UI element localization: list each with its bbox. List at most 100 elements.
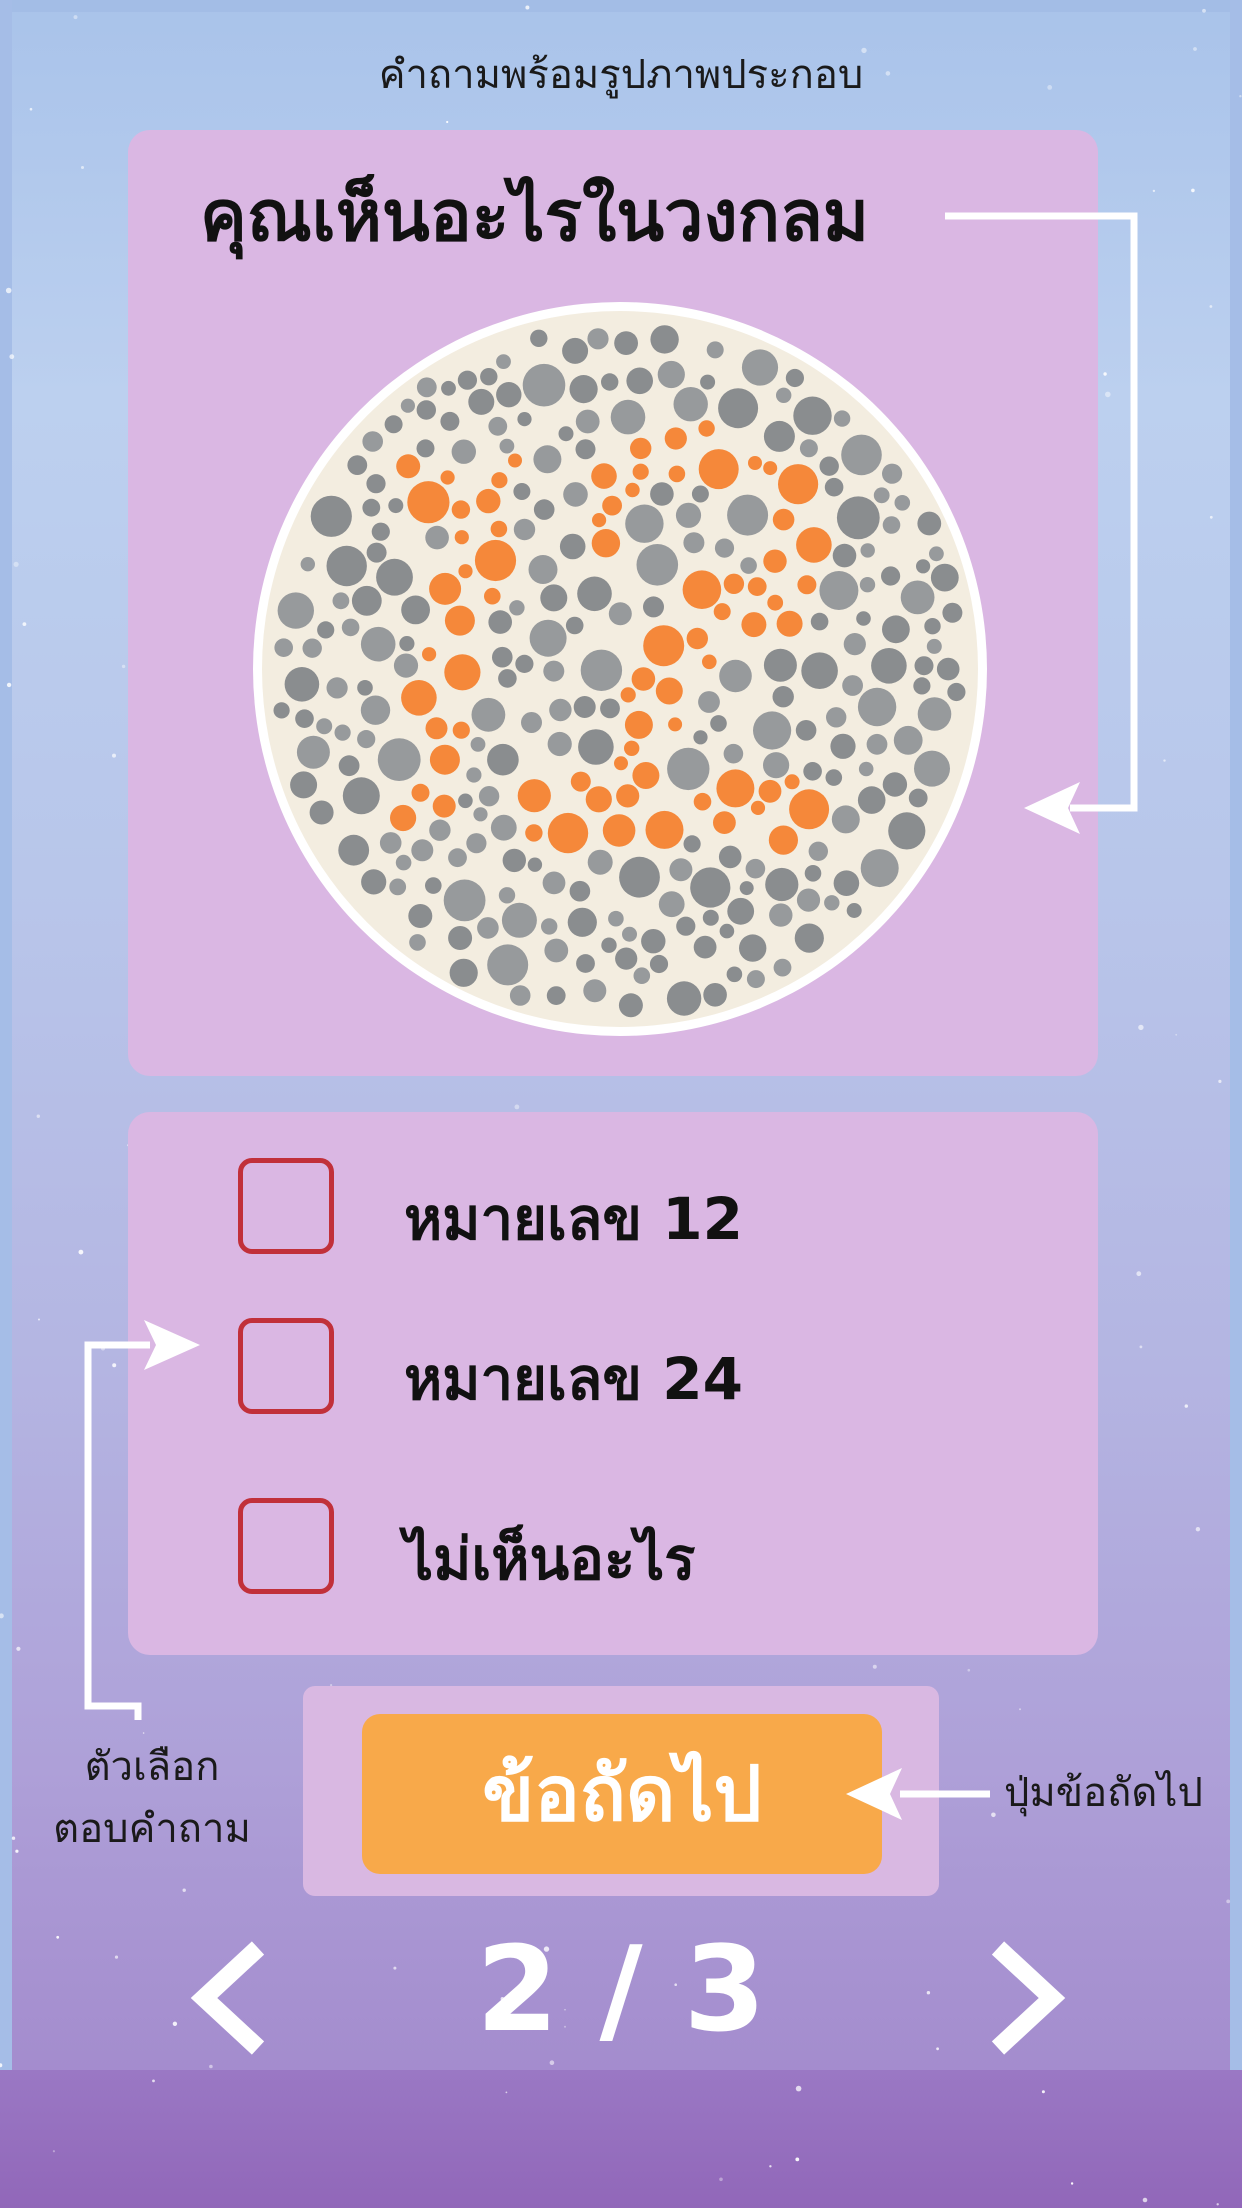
plate-dot-orange <box>655 677 683 705</box>
plate-dot-gray <box>873 487 890 504</box>
plate-dot-gray <box>338 834 370 866</box>
plate-dot-orange <box>411 783 430 802</box>
plate-dot-gray <box>521 712 542 733</box>
plate-dot-gray <box>513 518 536 541</box>
plate-dot-gray <box>559 533 586 560</box>
plate-dot-orange <box>789 789 830 830</box>
plate-dot-gray <box>522 363 566 407</box>
plate-dot-orange <box>776 610 803 637</box>
plate-dot-orange <box>763 461 778 476</box>
plate-dot-orange <box>616 784 640 808</box>
plate-dot-gray <box>488 416 508 436</box>
plate-dot-gray <box>542 871 566 895</box>
plate-dot-gray <box>673 387 708 422</box>
plate-dot-gray <box>833 410 851 427</box>
option-3[interactable]: ไม่เห็นอะไร <box>238 1498 958 1602</box>
plate-dot-gray <box>499 438 515 454</box>
plate-dot-gray <box>769 903 793 927</box>
plate-dot-gray <box>502 848 526 873</box>
plate-dot-orange <box>422 647 437 662</box>
plate-dot-gray <box>389 878 407 896</box>
plate-dot-orange <box>396 454 421 479</box>
plate-dot-gray <box>290 771 318 799</box>
plate-dot-orange <box>747 577 767 596</box>
plate-dot-gray <box>739 881 754 896</box>
star-dot <box>1209 515 1213 519</box>
plate-dot-gray <box>448 926 473 950</box>
plate-dot-orange <box>796 527 832 563</box>
plate-dot-gray <box>487 944 529 986</box>
options-annotation: ตัวเลือก ตอบคำถาม <box>30 1736 274 1860</box>
plate-dot-gray <box>676 916 696 936</box>
plate-dot-gray <box>857 786 886 814</box>
plate-dot-gray <box>622 926 637 942</box>
next-button[interactable]: ข้อถัดไป <box>362 1714 882 1874</box>
plate-dot-gray <box>416 439 435 458</box>
plate-dot-gray <box>347 455 368 475</box>
plate-dot-gray <box>683 532 705 554</box>
plate-dot-gray <box>496 382 522 408</box>
plate-dot-gray <box>819 456 839 476</box>
star-dot <box>11 1836 16 1840</box>
plate-dot-gray <box>471 697 506 732</box>
checkbox[interactable] <box>238 1318 334 1414</box>
plate-dot-gray <box>509 985 531 1006</box>
plate-dot-gray <box>916 559 931 574</box>
plate-dot-gray <box>458 793 473 809</box>
plate-dot-gray <box>882 516 901 534</box>
plate-dot-gray <box>379 832 402 854</box>
plate-dot-gray <box>466 767 482 783</box>
plate-dot-gray <box>583 979 607 1003</box>
plate-dot-gray <box>929 546 944 562</box>
plate-dot-gray <box>567 907 597 937</box>
plate-dot-gray <box>846 903 862 918</box>
plate-dot-orange <box>668 717 683 732</box>
star-dot <box>1184 1404 1189 1408</box>
plate-dot-orange <box>682 570 722 609</box>
plate-dot-gray <box>362 431 383 452</box>
plate-dot-gray <box>693 935 717 959</box>
checkbox[interactable] <box>238 1498 334 1594</box>
plate-dot-gray <box>693 730 708 745</box>
options-annotation-line2: ตอบคำถาม <box>53 1806 251 1852</box>
plate-dot-gray <box>871 648 907 684</box>
plate-dot-orange <box>440 470 455 485</box>
plate-dot-gray <box>529 619 567 657</box>
plate-dot-gray <box>801 652 838 689</box>
plate-dot-gray <box>614 331 638 355</box>
star-dot <box>0 1613 4 1619</box>
plate-dot-gray <box>400 398 415 413</box>
plate-dot-gray <box>830 733 856 759</box>
plate-dot-gray <box>882 772 908 797</box>
star-dot <box>525 5 530 10</box>
plate-dot-orange <box>474 539 517 582</box>
pagination: 2 / 3 <box>0 1920 1242 2080</box>
plate-dot-gray <box>366 542 387 563</box>
chevron-right-icon[interactable] <box>980 1938 1070 2058</box>
plate-dot-orange <box>602 814 636 847</box>
star-dot <box>967 1668 971 1672</box>
option-2[interactable]: หมายเลข 24 <box>238 1318 958 1422</box>
plate-dot-gray <box>549 698 572 722</box>
plate-dot-gray <box>527 857 543 872</box>
plate-dot-gray <box>882 463 903 484</box>
plate-dot-gray <box>277 592 314 629</box>
plate-dot-orange <box>591 529 621 558</box>
option-1[interactable]: หมายเลข 12 <box>238 1158 958 1262</box>
plate-dot-gray <box>326 677 348 699</box>
plate-dot-gray <box>544 938 569 963</box>
plate-dot-gray <box>478 786 500 807</box>
plate-dot-gray <box>857 687 897 727</box>
plate-dot-gray <box>843 633 866 656</box>
plate-dot-gray <box>517 412 532 427</box>
star-dot <box>38 1318 40 1321</box>
star-dot <box>991 1812 996 1818</box>
plate-dot-orange <box>698 420 715 437</box>
plate-dot-orange <box>713 811 736 834</box>
plate-dot-gray <box>856 611 871 626</box>
plate-dot-orange <box>429 572 462 605</box>
plate-dot-gray <box>866 733 888 755</box>
plate-dot-gray <box>643 596 664 618</box>
checkbox[interactable] <box>238 1158 334 1254</box>
plate-dot-gray <box>924 618 941 635</box>
